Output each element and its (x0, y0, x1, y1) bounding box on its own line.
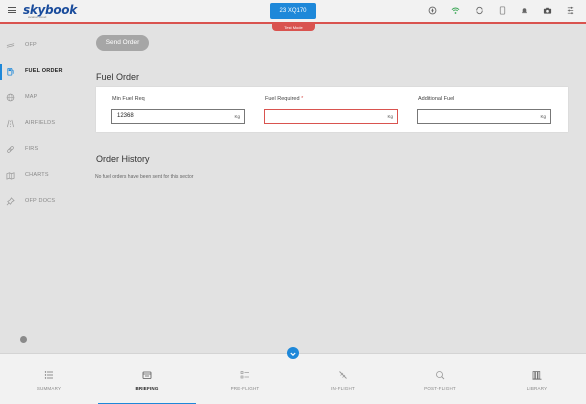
status-indicator-dot (20, 336, 27, 343)
briefing-icon (142, 371, 152, 379)
tab-label: LIBRARY (526, 386, 548, 391)
checklist-icon (240, 371, 249, 379)
min-fuel-unit: Kg (234, 114, 240, 119)
pin-icon (6, 197, 15, 206)
tab-label: SUMMARY (36, 386, 62, 391)
link-icon (7, 146, 14, 153)
list-icon (44, 371, 53, 379)
ofp-icon (6, 43, 15, 48)
compass-icon[interactable] (428, 6, 437, 15)
fuel-order-card: Min Fuel Req 12368 Kg Fuel Required * Kg… (96, 87, 568, 132)
chevron-down-icon (290, 352, 296, 357)
tab-label: IN-FLIGHT (331, 386, 355, 391)
sidebar-item-firs[interactable]: FIRS (0, 142, 85, 158)
min-fuel-label: Min Fuel Req (112, 96, 145, 102)
tab-label: PRE-FLIGHT (230, 386, 260, 391)
sidebar-item-label: AIRFIELDS (25, 120, 56, 126)
runway-icon (7, 119, 14, 128)
tab-label: POST-FLIGHT (424, 386, 456, 391)
min-fuel-value: 12368 (117, 113, 134, 119)
tab-label: BRIEFING (135, 386, 159, 391)
tab-in-flight[interactable]: IN-FLIGHT (294, 354, 392, 404)
sidebar-item-airfields[interactable]: AIRFIELDS (0, 116, 85, 132)
chart-icon (6, 172, 15, 180)
menu-icon[interactable] (8, 7, 16, 13)
flight-selector-button[interactable]: 23 XQ170 (270, 3, 316, 19)
fuel-required-field[interactable]: Kg (264, 109, 398, 124)
tab-post-flight[interactable]: POST-FLIGHT (392, 354, 488, 404)
order-history-title: Order History (96, 154, 150, 164)
sidebar-item-charts[interactable]: CHARTS (0, 168, 85, 184)
fuel-required-label: Fuel Required * (265, 96, 304, 102)
tab-briefing[interactable]: BRIEFING (98, 354, 196, 404)
tab-summary[interactable]: SUMMARY (0, 354, 98, 404)
sidebar-item-label: FUEL ORDER (25, 68, 63, 74)
sidebar: OFP FUEL ORDER MAP AIRFIELDS FIRS CHARTS… (0, 27, 85, 353)
sidebar-item-label: FIRS (25, 146, 39, 152)
plane-icon (339, 371, 347, 379)
sidebar-item-label: OFP (25, 42, 37, 48)
logo-subtitle: aviation cloud (28, 15, 47, 19)
sync-icon[interactable] (475, 6, 484, 15)
library-icon (532, 371, 542, 380)
test-mode-badge: Test Mode (272, 24, 315, 31)
sidebar-item-label: MAP (25, 94, 38, 100)
sidebar-item-label: OFP DOCS (25, 198, 56, 204)
sidebar-item-ofp[interactable]: OFP (0, 38, 85, 54)
app-header: skybook aviation cloud 23 XQ170 (0, 0, 586, 24)
tab-library[interactable]: LIBRARY (488, 354, 586, 404)
order-history-empty-message: No fuel orders have been sent for this s… (95, 174, 194, 180)
fuel-order-title: Fuel Order (96, 72, 140, 82)
sliders-icon[interactable] (566, 6, 575, 15)
expand-button[interactable] (287, 347, 299, 359)
camera-icon[interactable] (543, 6, 552, 15)
bottom-tab-bar: SUMMARY BRIEFING PRE-FLIGHT IN-FLIGHT PO… (0, 353, 586, 404)
bell-icon[interactable] (520, 6, 529, 15)
fuel-pump-icon (7, 67, 14, 76)
send-order-button[interactable]: Send Order (96, 35, 149, 51)
globe-icon (6, 93, 15, 102)
fuel-required-unit: Kg (387, 114, 393, 119)
report-icon (436, 371, 445, 380)
sidebar-item-map[interactable]: MAP (0, 90, 85, 106)
tablet-icon[interactable] (498, 6, 507, 15)
wifi-icon[interactable] (451, 6, 460, 15)
additional-fuel-unit: Kg (540, 114, 546, 119)
sidebar-item-fuel-order[interactable]: FUEL ORDER (0, 64, 85, 80)
tab-pre-flight[interactable]: PRE-FLIGHT (196, 354, 294, 404)
required-marker: * (301, 96, 304, 102)
additional-fuel-label: Additional Fuel (418, 96, 455, 102)
additional-fuel-field[interactable]: Kg (417, 109, 551, 124)
sidebar-item-label: CHARTS (25, 172, 49, 178)
min-fuel-field[interactable]: 12368 Kg (111, 109, 245, 124)
sidebar-item-ofp-docs[interactable]: OFP DOCS (0, 194, 85, 210)
